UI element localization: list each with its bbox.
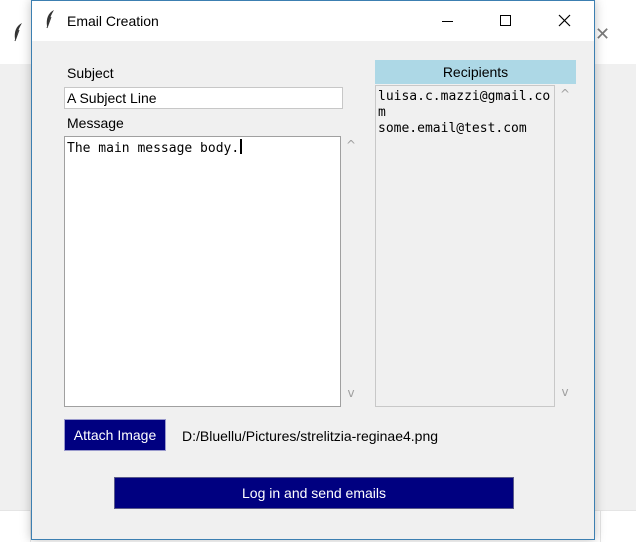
feather-icon <box>12 22 24 46</box>
message-label: Message <box>67 115 124 131</box>
maximize-button[interactable] <box>483 1 529 41</box>
email-creation-window: Email Creation Subject A Subject Line Me… <box>31 0 595 540</box>
recipients-listbox[interactable]: luisa.c.mazzi@gmail.com some.email@test.… <box>375 85 555 407</box>
window-title: Email Creation <box>67 13 159 29</box>
close-button[interactable] <box>542 1 588 41</box>
message-textarea[interactable]: The main message body. <box>64 136 341 407</box>
scroll-down-icon[interactable]: v <box>555 385 575 399</box>
close-icon <box>558 14 571 27</box>
scroll-down-icon[interactable]: v <box>341 386 361 400</box>
scroll-up-icon[interactable]: ^ <box>341 138 361 152</box>
attach-image-button[interactable]: Attach Image <box>64 419 166 451</box>
text-cursor <box>240 139 243 154</box>
background-close-icon[interactable]: ✕ <box>595 24 610 45</box>
feather-icon <box>44 9 56 33</box>
title-bar: Email Creation <box>32 1 594 41</box>
message-text: The main message body. <box>67 141 240 156</box>
scroll-up-icon[interactable]: ^ <box>555 87 575 101</box>
recipients-header: Recipients <box>375 60 576 84</box>
message-scrollbar[interactable]: ^ v <box>341 136 361 407</box>
recipient-item[interactable]: luisa.c.mazzi@gmail.com <box>378 89 552 121</box>
subject-label: Subject <box>67 65 114 81</box>
minimize-button[interactable] <box>424 1 470 41</box>
subject-input[interactable]: A Subject Line <box>64 87 343 109</box>
recipient-item[interactable]: some.email@test.com <box>378 121 552 137</box>
recipients-scrollbar[interactable]: ^ v <box>555 85 575 407</box>
send-emails-button[interactable]: Log in and send emails <box>114 477 514 509</box>
attachment-path: D:/Bluellu/Pictures/strelitzia-reginae4.… <box>182 428 439 444</box>
